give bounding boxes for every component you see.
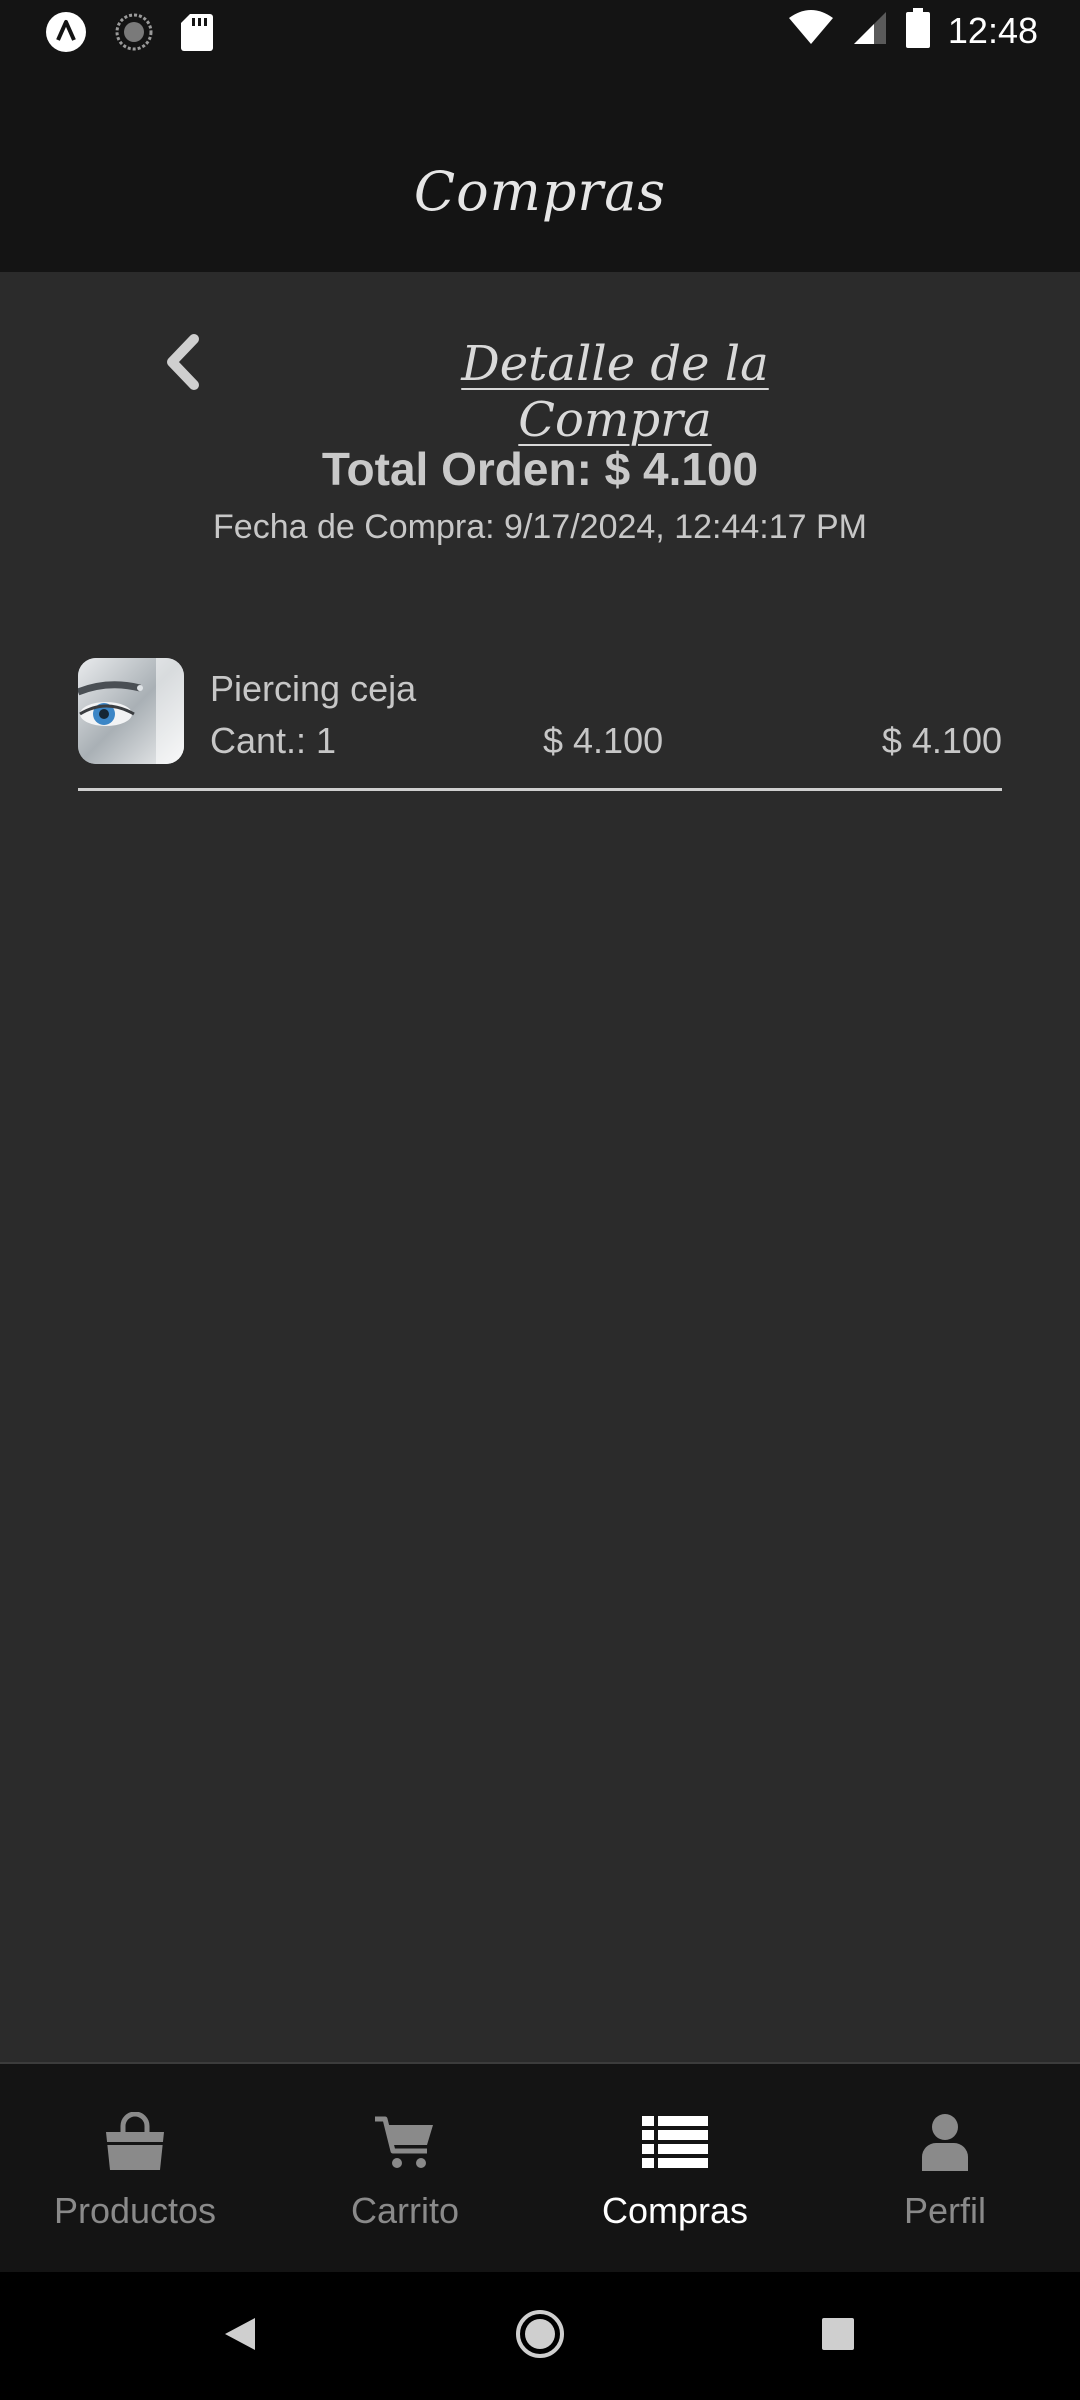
- app-root: 12:48 Compras Detalle de la Compra Total…: [0, 0, 1080, 2400]
- nav-back-button[interactable]: [210, 2306, 270, 2366]
- section-title: Detalle de la Compra: [461, 336, 769, 448]
- tab-label: Compras: [601, 2190, 749, 2231]
- list-icon: [635, 2108, 715, 2176]
- nav-recents-button[interactable]: [808, 2306, 868, 2366]
- signal-icon: [852, 10, 888, 51]
- purchase-detail: Detalle de la Compra Total Orden: $ 4.10…: [0, 272, 1080, 2062]
- sd-card-icon: [180, 12, 214, 57]
- circle-home-icon: [515, 2309, 565, 2364]
- status-system: 12:48: [788, 8, 1038, 53]
- order-item[interactable]: Piercing ceja Cant.: 1 $ 4.100 $ 4.100: [78, 658, 1002, 791]
- item-unit-price: $ 4.100: [543, 720, 664, 761]
- bottom-tab-bar: Productos Carrito Compras Perfil: [0, 2062, 1080, 2274]
- square-recents-icon: [821, 2317, 855, 2356]
- status-notifications: [44, 10, 214, 59]
- tab-carrito[interactable]: Carrito: [270, 2064, 540, 2274]
- product-thumbnail: [78, 658, 184, 764]
- triangle-back-icon: [223, 2316, 257, 2357]
- item-name: Piercing ceja: [210, 668, 417, 709]
- tab-perfil[interactable]: Perfil: [810, 2064, 1080, 2274]
- tab-label: Productos: [53, 2190, 217, 2231]
- nav-home-button[interactable]: [510, 2306, 570, 2366]
- shopping-bag-icon: [95, 2108, 175, 2176]
- cart-icon: [365, 2108, 445, 2176]
- app-notification-icon: [44, 10, 88, 59]
- purchase-date: Fecha de Compra: 9/17/2024, 12:44:17 PM: [213, 508, 867, 546]
- page-title: Compras: [413, 160, 667, 223]
- sync-icon: [114, 12, 154, 57]
- user-icon: [905, 2108, 985, 2176]
- tab-compras[interactable]: Compras: [540, 2064, 810, 2274]
- wifi-icon: [788, 10, 834, 51]
- item-quantity: Cant.: 1: [210, 720, 337, 761]
- back-button[interactable]: [158, 332, 206, 396]
- app-header: Compras: [0, 64, 1080, 272]
- order-total: Total Orden: $ 4.100: [321, 443, 759, 495]
- tab-label: Carrito: [350, 2190, 460, 2231]
- status-bar: 12:48: [0, 0, 1080, 64]
- chevron-left-icon: [162, 333, 202, 396]
- tab-label: Perfil: [903, 2190, 987, 2231]
- system-nav-bar: [0, 2272, 1080, 2400]
- item-subtotal: $ 4.100: [881, 720, 1002, 761]
- status-time: 12:48: [947, 9, 1038, 51]
- tab-productos[interactable]: Productos: [0, 2064, 270, 2274]
- battery-icon: [905, 8, 930, 53]
